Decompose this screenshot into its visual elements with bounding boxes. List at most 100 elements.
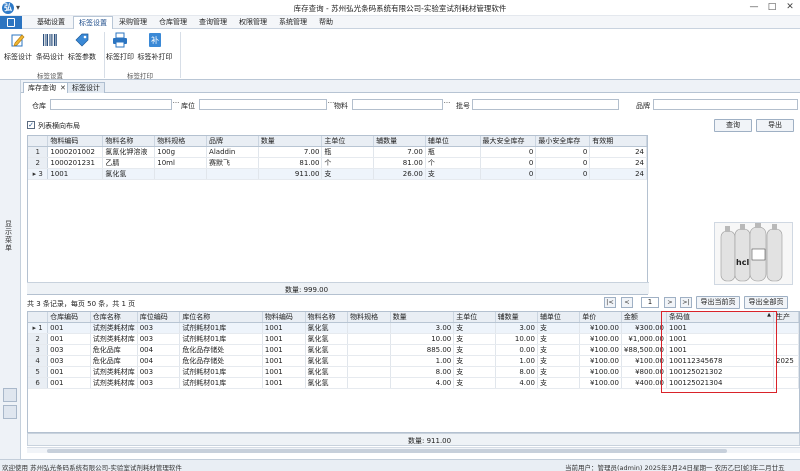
- horizontal-layout-checkbox[interactable]: ✓: [27, 121, 35, 129]
- show-menu-label[interactable]: 显示菜单: [5, 220, 15, 252]
- table-cell[interactable]: 支: [321, 168, 375, 180]
- app-menu-button[interactable]: [0, 16, 22, 29]
- column-header[interactable]: 物料规格: [154, 136, 208, 147]
- column-header[interactable]: 数量: [390, 312, 455, 323]
- minimize-icon[interactable]: —: [746, 1, 762, 14]
- menu-tab-system[interactable]: 系统管理: [273, 16, 313, 29]
- table-cell[interactable]: 0: [535, 157, 591, 169]
- table-cell[interactable]: 支: [537, 355, 581, 367]
- table-cell[interactable]: [773, 366, 799, 378]
- table-cell[interactable]: 004: [137, 344, 181, 356]
- table-cell[interactable]: 2025: [773, 355, 799, 367]
- table-cell[interactable]: 个: [425, 157, 481, 169]
- table-cell[interactable]: 10.00: [495, 333, 538, 345]
- column-header[interactable]: 辅数量: [495, 312, 538, 323]
- table-cell[interactable]: 试剂耗材01库: [179, 333, 263, 345]
- table-cell[interactable]: 支: [453, 377, 496, 389]
- table-cell[interactable]: 10.00: [390, 333, 455, 345]
- table-cell[interactable]: 100g: [154, 146, 208, 158]
- label-design-button[interactable]: 标签设计: [4, 32, 32, 68]
- table-cell[interactable]: 1001: [666, 344, 774, 356]
- table-cell[interactable]: 试剂耗材01库: [179, 322, 263, 334]
- table-cell[interactable]: 危化品库: [90, 355, 138, 367]
- column-header[interactable]: 仓库名称: [90, 312, 138, 323]
- menu-tab-label-settings[interactable]: 标签设置: [73, 16, 113, 30]
- table-row[interactable]: 2 1000201231 乙腈 10ml 赛默飞 81.00 个 81.00 个…: [28, 157, 647, 169]
- table-cell[interactable]: 支: [537, 344, 581, 356]
- table-cell[interactable]: 003: [137, 322, 181, 334]
- table-cell[interactable]: [347, 344, 391, 356]
- label-reprint-button[interactable]: 补 标签补打印: [136, 32, 174, 68]
- table-cell[interactable]: ¥100.00: [621, 355, 668, 367]
- table-cell[interactable]: 个: [321, 157, 375, 169]
- table-cell[interactable]: 8.00: [495, 366, 538, 378]
- table-cell[interactable]: ¥800.00: [621, 366, 668, 378]
- table-cell[interactable]: 氯化氢: [102, 168, 156, 180]
- column-header[interactable]: 最小安全库存: [535, 136, 591, 147]
- table-cell[interactable]: 1.00: [495, 355, 538, 367]
- menu-tab-purchase[interactable]: 采购管理: [113, 16, 153, 29]
- table-cell[interactable]: 001: [47, 322, 91, 334]
- table-cell[interactable]: 7.00: [373, 146, 426, 158]
- column-header[interactable]: 物料名称: [305, 312, 349, 323]
- table-cell[interactable]: [154, 168, 208, 180]
- next-page-button[interactable]: >: [664, 297, 676, 308]
- table-cell[interactable]: [773, 322, 799, 334]
- table-cell[interactable]: 8.00: [390, 366, 455, 378]
- table-cell[interactable]: 1001: [666, 333, 774, 345]
- table-cell[interactable]: 004: [137, 355, 181, 367]
- last-page-button[interactable]: >|: [680, 297, 692, 308]
- table-cell[interactable]: 支: [453, 355, 496, 367]
- table-cell[interactable]: [347, 377, 391, 389]
- navigation-panel-collapsed[interactable]: 显示菜单: [0, 80, 21, 460]
- table-cell[interactable]: 100125021302: [666, 366, 774, 378]
- table-cell[interactable]: ¥100.00: [579, 366, 622, 378]
- table-cell[interactable]: 1001: [262, 366, 306, 378]
- column-header[interactable]: 库位编码: [137, 312, 181, 323]
- table-cell[interactable]: 赛默飞: [206, 157, 259, 169]
- column-header[interactable]: 物料编码: [262, 312, 306, 323]
- table-cell[interactable]: ¥88,500.00: [621, 344, 668, 356]
- panel-tool-button[interactable]: [3, 405, 17, 419]
- scrollbar-thumb[interactable]: [47, 449, 727, 453]
- table-cell[interactable]: 003: [137, 377, 181, 389]
- table-cell[interactable]: 100125021304: [666, 377, 774, 389]
- table-cell[interactable]: ¥400.00: [621, 377, 668, 389]
- menu-tab-query[interactable]: 查询管理: [193, 16, 233, 29]
- warehouse-filter-input[interactable]: [50, 99, 172, 110]
- table-cell[interactable]: 0: [535, 168, 591, 180]
- table-cell[interactable]: 1001: [262, 333, 306, 345]
- table-cell[interactable]: 乙腈: [102, 157, 156, 169]
- panel-tool-button[interactable]: [3, 388, 17, 402]
- label-print-button[interactable]: 标签打印: [106, 32, 134, 68]
- table-cell[interactable]: 试剂耗材01库: [179, 366, 263, 378]
- table-cell[interactable]: 24: [589, 146, 647, 158]
- table-cell[interactable]: ¥300.00: [621, 322, 668, 334]
- table-cell[interactable]: 7.00: [258, 146, 323, 158]
- menu-tab-warehouse[interactable]: 仓库管理: [153, 16, 193, 29]
- horizontal-scrollbar[interactable]: [27, 447, 800, 453]
- table-row[interactable]: 6 001 试剂类耗材库 003 试剂耗材01库 1001 氯化氢 4.00 支…: [28, 377, 799, 389]
- material-filter-input[interactable]: [352, 99, 443, 110]
- table-row[interactable]: 3 003 危化品库 004 危化品存储处 1001 氯化氢 885.00 支 …: [28, 344, 799, 356]
- table-cell[interactable]: ¥100.00: [579, 377, 622, 389]
- table-cell[interactable]: ¥100.00: [579, 333, 622, 345]
- table-cell[interactable]: 试剂耗材01库: [179, 377, 263, 389]
- table-cell[interactable]: 氯化氢: [305, 366, 349, 378]
- table-cell[interactable]: 0: [480, 168, 537, 180]
- column-header[interactable]: 数量: [258, 136, 323, 147]
- table-cell[interactable]: [347, 366, 391, 378]
- table-cell[interactable]: Aladdin: [206, 146, 259, 158]
- column-header[interactable]: 库位名称: [179, 312, 263, 323]
- menu-tab-basic-settings[interactable]: 基础设置: [29, 16, 73, 29]
- table-cell[interactable]: 氯化氢: [305, 322, 349, 334]
- column-header[interactable]: 生产: [773, 312, 799, 323]
- column-header[interactable]: 最大安全库存: [480, 136, 537, 147]
- table-cell[interactable]: 支: [425, 168, 481, 180]
- table-cell[interactable]: 危化品存储处: [179, 344, 263, 356]
- menu-tab-permission[interactable]: 权限管理: [233, 16, 273, 29]
- table-cell[interactable]: 3.00: [390, 322, 455, 334]
- table-cell[interactable]: 氯化氢: [305, 333, 349, 345]
- tab-label-design[interactable]: 标签设计: [67, 82, 105, 93]
- table-row[interactable]: 5 001 试剂类耗材库 003 试剂耗材01库 1001 氯化氢 8.00 支…: [28, 366, 799, 378]
